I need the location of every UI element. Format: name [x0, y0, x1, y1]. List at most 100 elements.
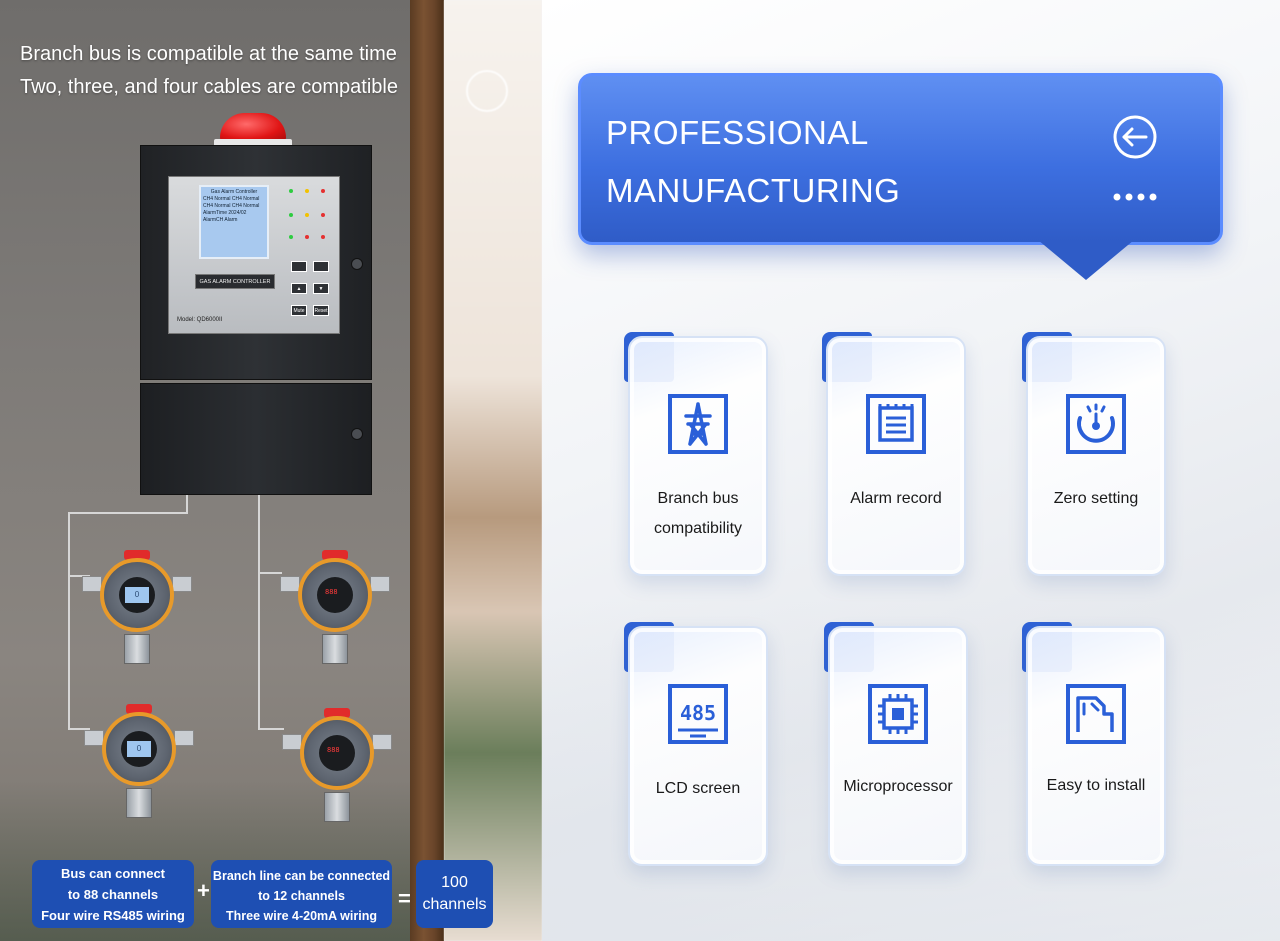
wire-right-to-s4: [258, 728, 284, 730]
feature-card-lcd-screen: 485 LCD screen: [624, 622, 768, 866]
feature-card-microprocessor: Microprocessor: [824, 622, 968, 866]
card-glass: [826, 336, 966, 576]
lcd-row: CH4 Normal CH4 Normal: [203, 203, 260, 209]
bus-line-1: Bus can connect: [60, 866, 166, 881]
controller-model: Model: QD6000II: [177, 317, 223, 323]
wire-left-top: [68, 512, 186, 514]
sensor-body: 0: [102, 712, 176, 786]
mute-button[interactable]: Mute: [291, 305, 307, 316]
cabinet-lock-lower: [351, 428, 363, 440]
gas-alarm-controller: Gas Alarm Controller CH4 Normal CH4 Norm…: [140, 113, 372, 495]
wire-left-vertical: [68, 512, 70, 730]
feature-card-branch-bus: Branch bus compatibility: [624, 332, 768, 576]
feature-label: compatibility: [653, 520, 743, 537]
sensor-body: 888: [300, 716, 374, 790]
down-arrow-button[interactable]: ▼: [313, 283, 329, 294]
headline-line-1: Branch bus is compatible at the same tim…: [20, 43, 397, 65]
alarm-light: [214, 113, 292, 149]
feature-label: Branch bus: [657, 490, 739, 507]
alarm-light-dome: [220, 113, 286, 141]
plus-sign: +: [197, 878, 210, 903]
bus-line-2: to 88 channels: [67, 887, 159, 902]
equals-sign: =: [398, 886, 411, 911]
sensor-probe: [126, 788, 152, 818]
banner-title: PROFESSIONAL MANUFACTURING: [606, 104, 900, 220]
up-arrow-button[interactable]: ▲: [291, 283, 307, 294]
branch-line-1: Branch line can be connected: [212, 869, 391, 883]
total-channels-box: 100 channels: [416, 860, 493, 928]
status-led-red: [321, 213, 325, 217]
total-unit: channels: [422, 896, 487, 913]
sensor-face: 888: [317, 577, 353, 613]
chip-icon: [868, 684, 928, 744]
gas-sensor: 0: [84, 702, 194, 827]
record-icon: [866, 394, 926, 454]
sensor-face: 0: [119, 577, 155, 613]
back-arrow-icon: [1113, 115, 1157, 159]
feature-label: Easy to install: [1046, 777, 1146, 794]
panel-button[interactable]: [291, 261, 307, 272]
cabinet-upper: Gas Alarm Controller CH4 Normal CH4 Norm…: [140, 145, 372, 380]
ghost-arrow-icon: [466, 70, 508, 112]
bus-line-3: Four wire RS485 wiring: [41, 908, 185, 923]
status-led-yellow: [305, 189, 309, 193]
sensor-side-port: [172, 576, 192, 592]
status-led-green: [289, 213, 293, 217]
feature-label: LCD screen: [655, 780, 741, 797]
sensor-display: 0: [125, 587, 149, 603]
sensor-display: 888: [325, 588, 338, 596]
door-frame: [410, 0, 444, 941]
wire-right-vertical: [258, 495, 260, 730]
card-glass: [1026, 626, 1166, 866]
feature-card-zero-setting: Zero setting: [1022, 332, 1166, 576]
status-led-green: [289, 189, 293, 193]
sensor-display: 888: [327, 746, 340, 754]
headline-line-2: Two, three, and four cables are compatib…: [20, 76, 398, 98]
card-glass: [828, 626, 968, 866]
lcd-485-icon: 485: [668, 684, 728, 744]
lcd-row: AlarmTime 2024/02 AlarmCH Alarm: [203, 210, 247, 223]
sensor-body: 888: [298, 558, 372, 632]
status-led-yellow: [305, 213, 309, 217]
branch-line-2: to 12 channels: [258, 889, 345, 903]
feature-card-alarm-record: Alarm record: [822, 332, 966, 576]
banner-pointer: [1038, 240, 1134, 280]
sensor-body: 0: [100, 558, 174, 632]
total-value: 100: [441, 874, 468, 891]
dots-icon: [1113, 193, 1157, 201]
sensor-side-port: [282, 734, 302, 750]
cabinet-lock-upper: [351, 258, 363, 270]
tower-icon: [668, 394, 728, 454]
card-glass: [628, 626, 768, 866]
feature-label: Microprocessor: [843, 778, 953, 795]
sensor-side-port: [82, 576, 102, 592]
bus-channels-box: Bus can connect to 88 channels Four wire…: [32, 860, 194, 928]
gas-sensor: 0: [82, 548, 192, 673]
control-panel: Gas Alarm Controller CH4 Normal CH4 Norm…: [168, 176, 340, 334]
lcd-row: CH4 Normal CH4 Normal: [203, 196, 260, 202]
reset-button[interactable]: Reset: [313, 305, 329, 316]
sensor-side-port: [174, 730, 194, 746]
cabinet-lower: [140, 383, 372, 495]
controller-label: GAS ALARM CONTROLLER: [195, 274, 275, 289]
wire-left-drop: [186, 495, 188, 514]
branch-line-3: Three wire 4-20mA wiring: [226, 909, 377, 923]
gas-sensor: 888: [282, 706, 392, 831]
feature-label: Alarm record: [850, 490, 942, 507]
sensor-probe: [322, 634, 348, 664]
install-icon: [1066, 684, 1126, 744]
banner-title-line-1: PROFESSIONAL: [606, 114, 869, 151]
background-window: [444, 0, 542, 941]
sensor-probe: [324, 792, 350, 822]
card-glass: [1026, 336, 1166, 576]
panel-button[interactable]: [313, 261, 329, 272]
feature-label: Zero setting: [1053, 490, 1139, 507]
status-led-red: [321, 189, 325, 193]
lcd-title: Gas Alarm Controller: [210, 189, 258, 195]
wire-right-to-s2: [258, 572, 282, 574]
sensor-display: 0: [127, 741, 151, 757]
status-led-red: [321, 235, 325, 239]
sensor-side-port: [370, 576, 390, 592]
left-headline: Branch bus is compatible at the same tim…: [20, 38, 398, 104]
sensor-side-port: [280, 576, 300, 592]
